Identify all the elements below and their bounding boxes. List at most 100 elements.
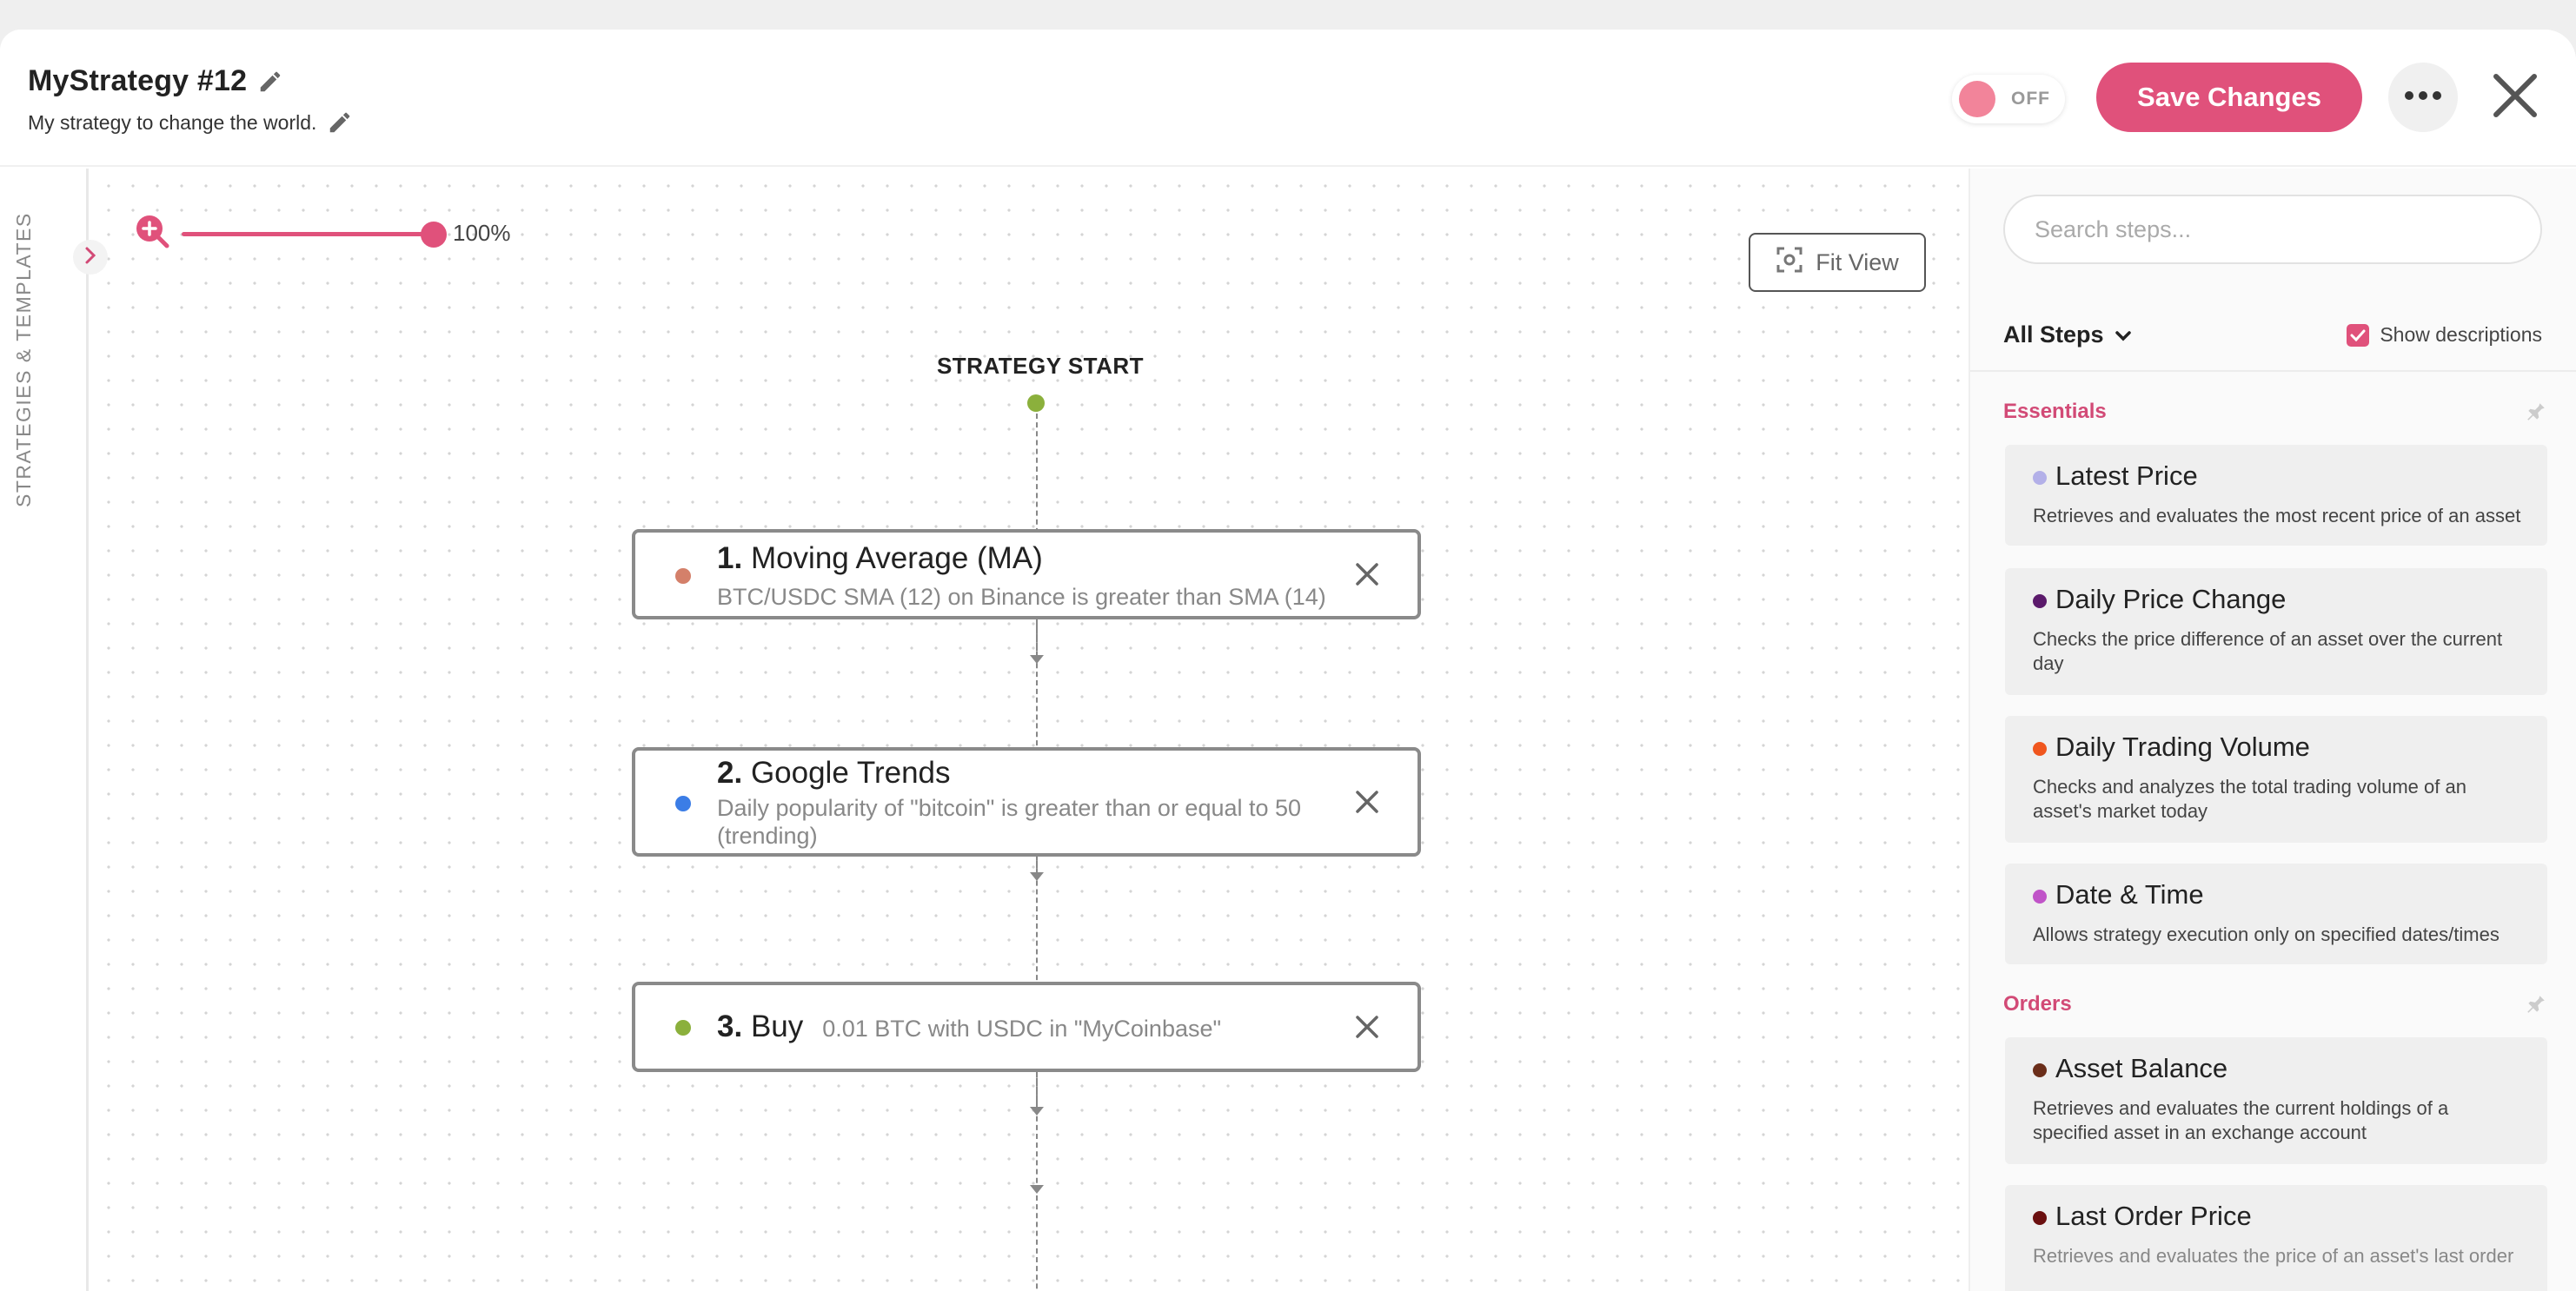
remove-step-button[interactable] xyxy=(1351,788,1383,819)
close-icon xyxy=(2491,71,2539,124)
item-title: Latest Price xyxy=(2055,460,2198,491)
step-description: Daily popularity of "bitcoin" is greater… xyxy=(717,794,1301,850)
item-color-dot xyxy=(2033,594,2047,608)
strategy-canvas[interactable]: 100% Fit View STRATEGY START 1. Moving A… xyxy=(91,169,1969,1291)
chevron-down-icon xyxy=(2115,321,2132,348)
zoom-value: 100% xyxy=(453,220,511,246)
item-description-line: Checks the price difference of an asset … xyxy=(2033,628,2503,650)
item-title: Daily Price Change xyxy=(2055,584,2287,614)
step-item-latest-price[interactable]: Latest Price Retrieves and evaluates the… xyxy=(2005,445,2547,546)
step-description: BTC/USDC SMA (12) on Binance is greater … xyxy=(717,584,1326,610)
section-label: Essentials xyxy=(2003,400,2107,423)
filter-row: All Steps Show descriptions xyxy=(2003,321,2542,348)
item-title: Asset Balance xyxy=(2055,1053,2228,1083)
show-descriptions-label: Show descriptions xyxy=(2380,323,2542,346)
item-description-line: Retrieves and evaluates the current hold… xyxy=(2033,1097,2449,1119)
item-description-line: asset's market today xyxy=(2033,800,2208,822)
strategy-step-2[interactable]: 2. Google Trends Daily popularity of "bi… xyxy=(632,747,1421,857)
show-descriptions-checkbox[interactable] xyxy=(2347,323,2370,347)
step-item-daily-trading-volume[interactable]: Daily Trading Volume Checks and analyzes… xyxy=(2005,716,2547,843)
strategy-step-3[interactable]: 3. Buy 0.01 BTC with USDC in "MyCoinbase… xyxy=(632,982,1421,1072)
connector-arrow xyxy=(1030,1185,1044,1194)
strategy-editor-modal: MyStrategy #12 My strategy to change the… xyxy=(0,30,2576,1291)
close-icon xyxy=(1355,562,1379,591)
more-options-button[interactable] xyxy=(2388,63,2458,132)
step-filter-dropdown[interactable]: All Steps xyxy=(2003,321,2132,348)
step-number: 2. xyxy=(717,756,743,790)
item-description: Allows strategy execution only on specif… xyxy=(2033,924,2500,945)
step-name: Google Trends xyxy=(750,756,951,790)
step-item-asset-balance[interactable]: Asset Balance Retrieves and evaluates th… xyxy=(2005,1037,2547,1164)
item-title: Last Order Price xyxy=(2055,1201,2252,1231)
step-color-dot xyxy=(675,796,691,811)
edit-description-pencil-icon[interactable] xyxy=(327,109,353,136)
remove-step-button[interactable] xyxy=(1351,560,1383,592)
subtitle-row: My strategy to change the world. xyxy=(28,109,353,136)
step-title: 1. Moving Average (MA) xyxy=(717,541,1043,576)
step-item-date-time[interactable]: Date & Time Allows strategy execution on… xyxy=(2005,864,2547,964)
toggle-knob xyxy=(1959,81,1995,117)
zoom-slider[interactable] xyxy=(182,218,447,249)
step-filter-label: All Steps xyxy=(2003,321,2104,348)
fit-view-label: Fit View xyxy=(1816,248,1899,275)
item-description: Checks the price difference of an asset … xyxy=(2033,627,2537,676)
search-steps-input[interactable] xyxy=(2003,195,2542,264)
more-dots-icon xyxy=(2404,89,2442,105)
item-description: Checks and analyzes the total trading vo… xyxy=(2033,775,2537,824)
strategies-templates-rail[interactable]: STRATEGIES & TEMPLATES xyxy=(0,169,89,1291)
zoom-slider-track xyxy=(182,231,434,236)
step-description-line: Daily popularity of "bitcoin" is greater… xyxy=(717,795,1302,821)
strategy-start-label: STRATEGY START xyxy=(936,353,1145,379)
expand-rail-button[interactable] xyxy=(73,240,108,275)
show-descriptions-toggle[interactable]: Show descriptions xyxy=(2347,323,2542,347)
item-description-line: specified asset in an exchange account xyxy=(2033,1122,2367,1143)
step-title: 3. Buy 0.01 BTC with USDC in "MyCoinbase… xyxy=(717,1010,1221,1044)
zoom-slider-thumb[interactable] xyxy=(421,221,447,248)
fit-view-icon xyxy=(1776,246,1803,280)
item-description: Retrieves and evaluates the current hold… xyxy=(2033,1096,2537,1145)
panel-divider xyxy=(1970,370,2576,372)
pin-icon[interactable] xyxy=(2525,993,2547,1016)
item-color-dot xyxy=(2033,471,2047,485)
strategy-active-toggle[interactable]: OFF xyxy=(1952,75,2065,123)
step-name: Moving Average (MA) xyxy=(750,541,1043,575)
section-orders-header: Orders xyxy=(2003,992,2547,1016)
remove-step-button[interactable] xyxy=(1351,1013,1383,1044)
pin-icon[interactable] xyxy=(2525,401,2547,423)
zoom-in-icon[interactable] xyxy=(135,214,169,253)
close-icon xyxy=(1355,790,1379,818)
step-color-dot xyxy=(675,1020,691,1036)
close-icon xyxy=(1355,1015,1379,1043)
strategy-start-node xyxy=(1027,394,1045,412)
editor-header: MyStrategy #12 My strategy to change the… xyxy=(0,30,2576,167)
step-color-dot xyxy=(675,568,691,584)
strategy-description: My strategy to change the world. xyxy=(28,110,317,134)
strategy-step-1[interactable]: 1. Moving Average (MA) BTC/USDC SMA (12)… xyxy=(632,529,1421,619)
item-color-dot xyxy=(2033,1211,2047,1225)
edit-title-pencil-icon[interactable] xyxy=(257,69,283,95)
item-description: Retrieves and evaluates the most recent … xyxy=(2033,505,2521,526)
connector-step-3-to-next xyxy=(1036,1072,1038,1291)
step-description-line: (trending) xyxy=(717,823,818,849)
step-title: 2. Google Trends xyxy=(717,756,951,791)
item-description-line: Checks and analyzes the total trading vo… xyxy=(2033,776,2466,798)
item-description-line: day xyxy=(2033,652,2064,674)
toggle-state-label: OFF xyxy=(2011,89,2050,109)
item-title: Daily Trading Volume xyxy=(2055,732,2310,762)
chevron-right-icon xyxy=(82,246,99,269)
item-description: Retrieves and evaluates the price of an … xyxy=(2033,1245,2514,1267)
section-label: Orders xyxy=(2003,992,2072,1016)
step-item-daily-price-change[interactable]: Daily Price Change Checks the price diff… xyxy=(2005,568,2547,695)
save-changes-button[interactable]: Save Changes xyxy=(2096,63,2362,132)
step-item-last-order-price[interactable]: Last Order Price Retrieves and evaluates… xyxy=(2005,1185,2547,1291)
item-title: Date & Time xyxy=(2055,879,2204,910)
steps-library-panel: All Steps Show descriptions Essentials xyxy=(1969,169,2576,1291)
close-editor-button[interactable] xyxy=(2484,66,2546,129)
fit-view-button[interactable]: Fit View xyxy=(1749,233,1926,292)
step-number: 3. xyxy=(717,1010,743,1043)
step-description: 0.01 BTC with USDC in "MyCoinbase" xyxy=(822,1016,1222,1042)
strategy-title: MyStrategy #12 xyxy=(28,64,248,97)
step-number: 1. xyxy=(717,541,743,575)
item-color-dot xyxy=(2033,1063,2047,1077)
title-row: MyStrategy #12 xyxy=(28,64,283,98)
